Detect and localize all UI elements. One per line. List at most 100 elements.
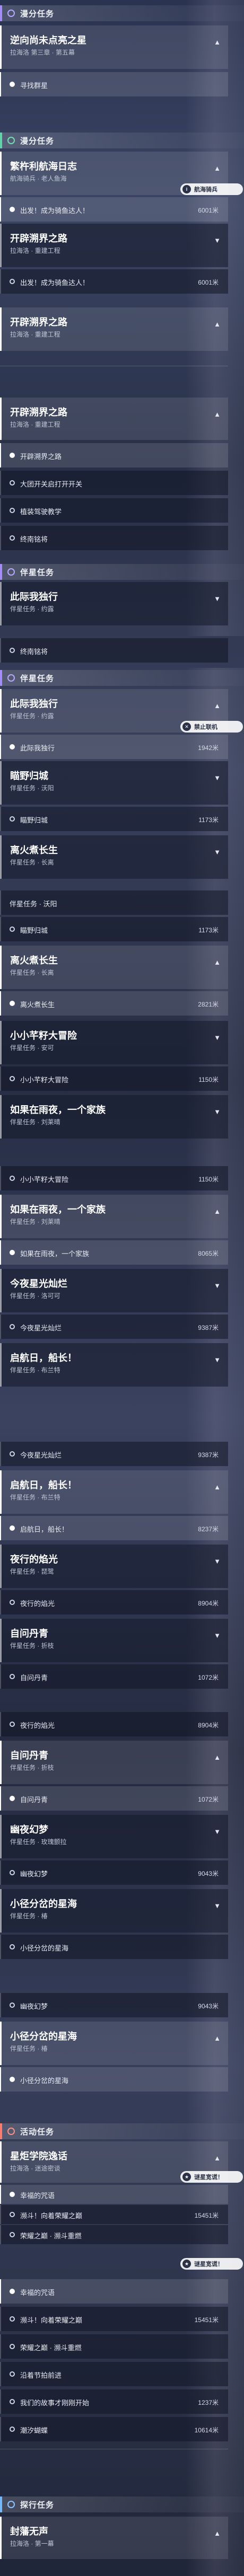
quest-card[interactable]: 启航日，船长！ 伴星任务 · 布兰特 ▼	[0, 1343, 228, 1387]
quest-step[interactable]: 开辟溯界之路	[0, 443, 228, 467]
quest-card[interactable]: 今夜星光灿烂 伴星任务 · 洛可可 ▼	[0, 1269, 228, 1312]
chevron-up-icon[interactable]: ▲	[214, 410, 221, 418]
chevron-down-icon[interactable]: ▼	[214, 236, 221, 244]
step-label: 夜行的焰光	[20, 1600, 55, 1608]
status-tooltip: ★ 谜星宽谎！	[180, 2258, 243, 2270]
quest-card[interactable]: 封藩无声 拉海洛 · 第一幕 ▲	[0, 2517, 228, 2559]
category-header[interactable]: 伴星任务	[0, 564, 244, 580]
category-title: 伴星任务	[20, 568, 55, 577]
screen-section-4b: 终南铭将	[0, 636, 244, 668]
chevron-down-icon[interactable]: ▼	[214, 1828, 221, 1836]
quest-card[interactable]: 小径分岔的星海 伴星任务 · 椿 ▼	[0, 1889, 228, 1933]
quest-step[interactable]: 终南铭将	[0, 638, 228, 663]
quest-step[interactable]: 小小芊籽大冒险 1150米	[0, 1066, 228, 1091]
category-header[interactable]: 伴星任务	[0, 670, 244, 686]
quest-title: 启航日，船长！	[10, 1353, 77, 1363]
quest-step[interactable]: 沿着节拍前进	[0, 2362, 228, 2386]
quest-card[interactable]: 小径分岔的星海 伴星任务 · 椿 ▲	[0, 2022, 228, 2065]
quest-step[interactable]: 瞄野归城 1173米	[0, 917, 228, 941]
quest-step[interactable]: 伴星任务 · 沃阳	[0, 890, 228, 915]
quest-step[interactable]: 荣耀之巅 · 濒斗重燃	[0, 2334, 228, 2359]
chevron-up-icon[interactable]: ▲	[214, 2034, 221, 2042]
quest-card[interactable]: 自问丹青 伴星任务 · 折枝 ▼	[0, 1619, 228, 1662]
category-header[interactable]: 漫分任务	[0, 133, 244, 148]
quest-step[interactable]: 幽夜幻梦 9043米	[0, 1993, 228, 2017]
chevron-down-icon[interactable]: ▼	[214, 848, 221, 856]
category-header[interactable]: 活动任务	[0, 2123, 244, 2139]
quest-step[interactable]: 濒斗！向着荣耀之巅 15451米	[0, 2205, 228, 2224]
quest-step[interactable]: 幸福的咒语	[0, 2279, 228, 2304]
chevron-down-icon[interactable]: ▼	[214, 1557, 221, 1565]
chevron-down-icon[interactable]: ▼	[214, 595, 221, 603]
chevron-down-icon[interactable]: ▼	[214, 1902, 221, 1910]
quest-card[interactable]: 离火煮长生 伴星任务 · 长离 ▲	[0, 946, 228, 989]
quest-step[interactable]: 寻找群星	[0, 72, 228, 96]
quest-step[interactable]: 小小芊籽大冒险 1150米	[0, 1166, 228, 1190]
quest-card[interactable]: 夜行的焰光 伴星任务 · 琵鹭 ▼	[0, 1545, 228, 1588]
chevron-down-icon[interactable]: ▼	[214, 1631, 221, 1639]
quest-step[interactable]: 夜行的焰光 8904米	[0, 1590, 228, 1615]
quest-card[interactable]: 如果在雨夜，一个家族 伴星任务 · 刘莱晴 ▲	[0, 1195, 228, 1238]
quest-step[interactable]: 小径分岔的星海	[0, 2067, 228, 2092]
quest-step[interactable]: 自问丹青 1072米	[0, 1664, 228, 1689]
chevron-down-icon[interactable]: ▼	[214, 1034, 221, 1042]
quest-step[interactable]: 我们的故事才刚刚开始 1237米	[0, 2389, 228, 2414]
chevron-down-icon[interactable]: ▼	[214, 1356, 221, 1364]
quest-subtitle: 伴星任务 · 长离	[10, 969, 54, 976]
step-radio-icon	[10, 1324, 15, 1329]
quest-card[interactable]: 逆向尚未点亮之星 拉海洛 第三章 · 第五幕 ▲	[0, 25, 228, 69]
step-radio-icon	[10, 2316, 15, 2322]
quest-step[interactable]: 瞄野归城 1173米	[0, 807, 228, 831]
quest-step[interactable]: 小径分岔的星海	[0, 1935, 228, 1959]
quest-step[interactable]: 今夜星光灿烂 9387米	[0, 1442, 228, 1466]
quest-subtitle: 伴星任务 · 玫瑰颤拉	[10, 1838, 67, 1846]
quest-step[interactable]: 夜行的焰光 8904米	[0, 1712, 228, 1736]
step-label: 自问丹青	[20, 1796, 48, 1804]
quest-step[interactable]: 离火煮长生 2821米	[0, 991, 228, 1016]
quest-step[interactable]: 出发！成为骑鱼达人！ 6001米	[0, 197, 228, 222]
quest-card[interactable]: 启航日，船长！ 伴星任务 · 布兰特 ▲	[0, 1470, 228, 1514]
chevron-up-icon[interactable]: ▲	[214, 38, 221, 46]
quest-card[interactable]: 自问丹青 伴星任务 · 折枝 ▲	[0, 1741, 228, 1784]
quest-card[interactable]: 如果在雨夜，一个家族 伴星任务 · 刘莱晴 ▼	[0, 1095, 228, 1139]
quest-card[interactable]: 此际我独行 伴星任务 · 约露 ▼	[0, 582, 228, 625]
quest-card[interactable]: 幽夜幻梦 伴星任务 · 玫瑰颤拉 ▼	[0, 1815, 228, 1858]
category-header[interactable]: 探行任务	[0, 2496, 244, 2512]
chevron-down-icon[interactable]: ▼	[214, 774, 221, 782]
chevron-up-icon[interactable]: ▲	[214, 1207, 221, 1215]
quest-step[interactable]: 幸福的咒语	[0, 2185, 228, 2204]
chevron-up-icon[interactable]: ▲	[214, 1753, 221, 1761]
quest-step[interactable]: 出发！成为骑鱼达人！ 6001米	[0, 269, 228, 294]
category-header[interactable]: 漫分任务	[0, 5, 244, 21]
chevron-up-icon[interactable]: ▲	[214, 164, 221, 172]
tooltip-text: 谜星宽谎！	[194, 2261, 223, 2268]
quest-card[interactable]: 开辟溯界之路 拉海洛 · 重建工程 ▲	[0, 398, 228, 440]
quest-card[interactable]: 瞄野归城 伴星任务 · 沃阳 ▼	[0, 761, 228, 805]
quest-step[interactable]: 如果在雨夜，一个家族 8065米	[0, 1240, 228, 1265]
quest-card[interactable]: 离火煮长生 伴星任务 · 长离 ▼	[0, 835, 228, 879]
quest-step[interactable]: 启航日，船长！ 8237米	[0, 1516, 228, 1540]
step-distance: 9387米	[198, 1451, 219, 1459]
quest-step[interactable]: 荣耀之巅 · 濒斗重燃	[0, 2225, 228, 2244]
quest-step[interactable]: 此际我独行 1942米	[0, 735, 228, 759]
quest-step[interactable]: 大团开关启打开开关	[0, 471, 228, 495]
chevron-up-icon[interactable]: ▲	[214, 702, 221, 710]
chevron-up-icon[interactable]: ▲	[214, 2529, 221, 2537]
chevron-down-icon[interactable]: ▼	[214, 1282, 221, 1290]
quest-card[interactable]: 开辟溯界之路 拉海洛 · 重建工程 ▼	[0, 224, 228, 267]
quest-card[interactable]: 小小芊籽大冒险 伴星任务 · 安可 ▼	[0, 1021, 228, 1064]
chevron-up-icon[interactable]: ▲	[214, 320, 221, 328]
chevron-down-icon[interactable]: ▼	[214, 1108, 221, 1116]
quest-step[interactable]: 植装驾驶教学	[0, 498, 228, 523]
quest-step[interactable]: 终南铭将	[0, 526, 228, 550]
quest-step[interactable]: 自问丹青 1072米	[0, 1786, 228, 1811]
step-label: 伴星任务 · 沃阳	[10, 900, 57, 908]
quest-card[interactable]: 开辟溯界之路 拉海洛 · 重建工程 ▲	[0, 307, 228, 351]
chevron-up-icon[interactable]: ▲	[214, 958, 221, 966]
quest-step[interactable]: 今夜星光灿烂 9387米	[0, 1315, 228, 1339]
quest-step[interactable]: 潮汐蝴蝶 10614米	[0, 2417, 228, 2441]
quest-step[interactable]: 幽夜幻梦 9043米	[0, 1860, 228, 1885]
quest-step[interactable]: 濒斗！向着荣耀之巅 15451米	[0, 2307, 228, 2331]
chevron-up-icon[interactable]: ▲	[214, 1483, 221, 1491]
chevron-up-icon[interactable]: ▲	[214, 2154, 221, 2162]
